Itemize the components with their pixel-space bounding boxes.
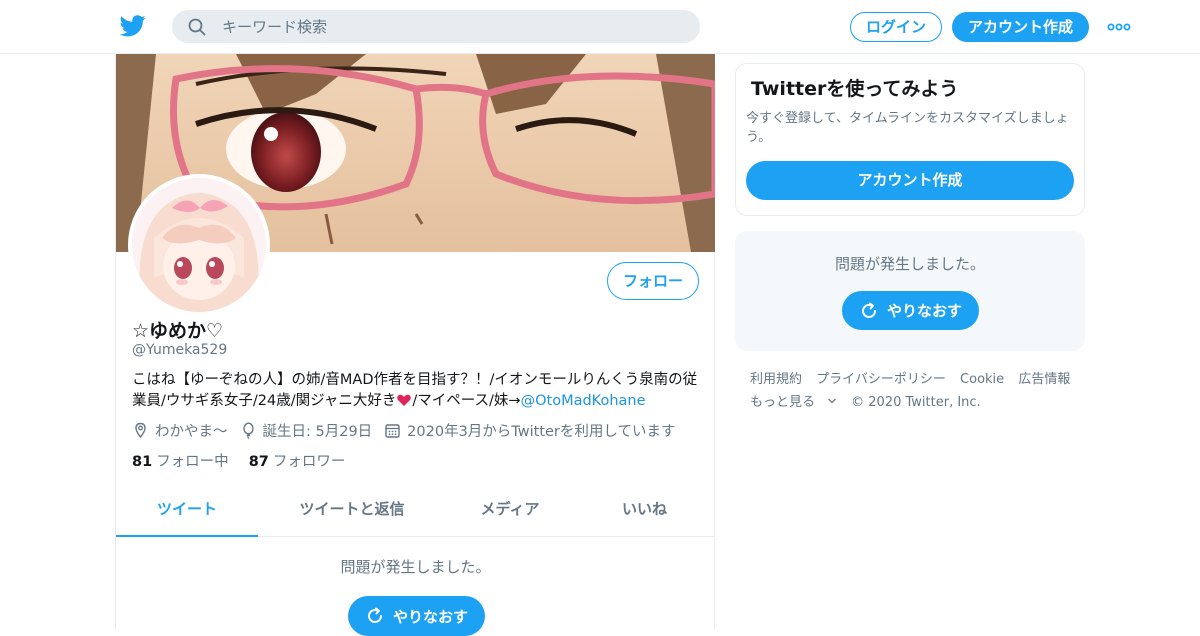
search-input[interactable] [222,10,682,43]
location-pin-icon [135,422,146,438]
tab-likes[interactable]: いいね [574,482,715,537]
search-icon [188,18,206,36]
retry-label: やりなおす [392,607,468,626]
bio-mention-link[interactable]: @OtoMadKohane [521,393,646,409]
profile-column: フォロー ☆ゆめか♡ @Yumeka529 こはね【ゆーぞねの人】の姉/音MAD… [115,54,715,636]
followers-count: 87 [248,454,269,470]
profile-location: わかやま〜 [132,420,228,441]
profile-joined: 2020年3月からTwitterを利用しています [384,420,675,441]
signup-button[interactable]: アカウント作成 [952,12,1089,42]
tab-media[interactable]: メディア [446,482,574,537]
signup-card-title: Twitterを使ってみよう [751,78,959,100]
following-count: 81 [132,454,153,470]
joined-text: 2020年3月からTwitterを利用しています [407,423,676,440]
top-navigation-bar: ログイン アカウント作成 [0,0,1200,54]
two-hearts-emoji-icon [397,394,412,406]
follow-button[interactable]: フォロー [607,262,699,300]
more-options-icon[interactable] [1106,17,1132,37]
footer-more-link[interactable]: もっと見る [750,395,837,410]
signup-card-description: 今すぐ登録して、タイムラインをカスタマイズしましょう。 [746,111,1069,145]
signup-card: Twitterを使ってみよう 今すぐ登録して、タイムラインをカスタマイズしましょ… [735,63,1085,216]
sidebar-error-card: 問題が発生しました。 やりなおす [735,231,1085,351]
tab-tweets[interactable]: ツイート [116,482,258,537]
sidebar-retry-button[interactable]: やりなおす [842,291,979,330]
calendar-icon [385,423,400,438]
following-count-link[interactable]: 81 フォロー中 [132,450,229,471]
profile-meta: わかやま〜 誕生日: 5月29日 2020年3月からTwitterを利用していま… [132,420,687,440]
bio-text-continued: /マイペース/妹→ [412,393,521,409]
birthday-text: 誕生日: 5月29日 [262,423,373,440]
timeline-error-message: 問題が発生しました。 [340,558,491,576]
footer-more-label: もっと見る [750,395,816,410]
timeline-retry-button[interactable]: やりなおす [348,596,485,636]
avatar-illustration [132,178,266,312]
profile-tabs: ツイート ツイートと返信 メディア いいね [116,482,715,537]
footer-copyright: © 2020 Twitter, Inc. [851,395,981,410]
retry-label: やりなおす [886,302,962,320]
login-button[interactable]: ログイン [850,12,942,42]
tab-tweets-and-replies[interactable]: ツイートと返信 [258,482,446,537]
profile-bio: こはね【ゆーぞねの人】の姉/音MAD作者を目指す？！/イオンモールりんくう泉南の… [132,370,704,412]
refresh-icon [368,607,382,623]
search-box[interactable] [172,10,700,43]
footer-links: 利用規約 プライバシーポリシー Cookie 広告情報 もっと見る © 2020… [750,368,1090,414]
followers-label: フォロワー [272,454,346,470]
followers-count-link[interactable]: 87 フォロワー [249,450,346,471]
profile-handle[interactable]: @Yumeka529 [132,342,227,358]
footer-link-terms[interactable]: 利用規約 [750,372,802,387]
profile-birthday: 誕生日: 5月29日 [240,420,373,441]
refresh-icon [862,302,876,318]
footer-link-privacy[interactable]: プライバシーポリシー [816,372,946,387]
following-label: フォロー中 [156,454,229,470]
profile-display-name: ☆ゆめか♡ [132,320,224,342]
signup-card-button[interactable]: アカウント作成 [746,161,1074,200]
footer-link-cookie[interactable]: Cookie [960,372,1004,387]
location-text: わかやま〜 [155,423,228,440]
balloon-icon [242,421,254,439]
profile-avatar[interactable] [128,174,270,316]
footer-link-ads[interactable]: 広告情報 [1018,372,1070,387]
chevron-down-icon [828,398,836,404]
sidebar-error-message: 問題が発生しました。 [834,255,985,273]
twitter-bird-icon[interactable] [120,14,146,38]
profile-follow-counts: 81 フォロー中 87 フォロワー [132,450,365,471]
